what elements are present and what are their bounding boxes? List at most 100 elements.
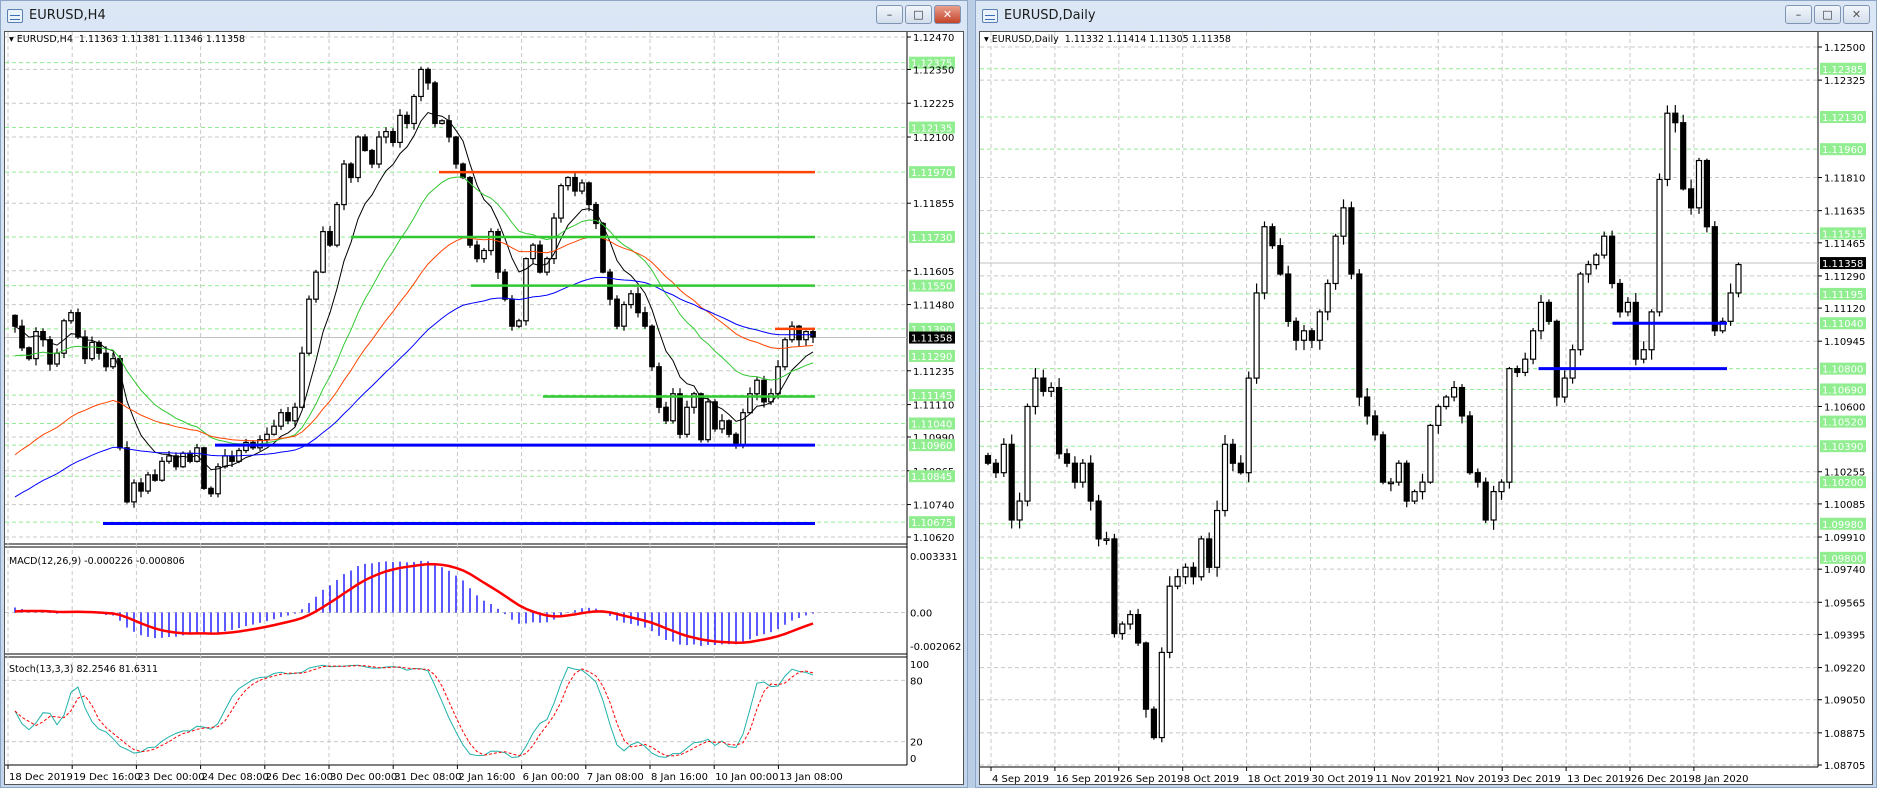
bull-candle [383,130,389,138]
bull-candle [1451,386,1458,398]
bear-candle [642,312,648,327]
bull-candle [1601,235,1608,256]
bull-candle [418,68,424,98]
price-axis-label: 1.08705 [1824,761,1865,772]
bull-candle [1048,386,1055,392]
maximize-button[interactable]: □ [1814,5,1841,24]
bull-candle [61,320,67,354]
bull-candle [1261,226,1268,294]
bear-candle [138,482,144,492]
bear-candle [1372,415,1379,436]
bear-candle [1087,462,1094,502]
price-axis-label: 1.10620 [913,533,954,544]
bear-candle [1135,613,1142,644]
bull-candle [1198,538,1205,578]
chart-window-icon [7,8,23,23]
level-price-label: 1.11960 [1822,145,1863,156]
x-tick-label: 4 Sep 2019 [992,774,1049,785]
bull-candle [278,412,284,427]
daily-chart-area[interactable]: 4 Sep 2019 16 Sep 2019 26 Sep 2019 8 Oct 20… [979,31,1873,785]
symbol-info: ▾ EURUSD,H4 1.11363 1.11381 1.11346 1.11… [9,34,246,45]
bull-candle [376,136,382,165]
bull-candle [299,352,305,408]
title-bar[interactable]: EURUSD,Daily – □ ✕ [976,1,1876,30]
bull-candle [621,303,627,327]
bull-candle [1079,462,1086,483]
level-price-label: 1.10800 [1822,365,1863,376]
bear-candle [1269,226,1276,247]
price-axis-label: 1.09050 [1824,696,1865,707]
bear-candle [649,325,655,368]
bear-candle [432,82,438,125]
bull-candle [1119,623,1126,635]
bear-candle [509,298,515,327]
level-price-label: 1.11290 [911,352,952,363]
level-price-label: 1.10675 [911,518,952,529]
stoch-label: Stoch(13,3,3) 82.2546 81.6311 [9,664,159,675]
bear-candle [1553,320,1560,398]
bull-candle [1735,263,1742,294]
bear-candle [1095,500,1102,540]
x-tick-label: 8 Oct 2019 [1184,774,1239,785]
x-tick-label: 2 Jan 16:00 [458,772,515,783]
level-price-label: 1.11195 [1822,290,1863,301]
bull-candle [320,230,326,273]
bear-candle [103,352,109,368]
minimize-button[interactable]: – [1785,5,1812,24]
bull-candle [166,455,172,462]
bear-candle [1379,434,1387,483]
bull-candle [1664,112,1671,181]
level-price-label: 1.09800 [1822,554,1863,565]
bull-candle [1498,481,1505,493]
bull-candle [1340,207,1347,237]
stoch-axis-label: 0 [910,754,916,765]
bull-candle [306,298,312,354]
x-tick-label: 19 Dec 16:00 [73,772,140,783]
bull-candle [558,185,564,219]
bull-candle [1727,292,1734,322]
daily-chart-canvas[interactable]: 4 Sep 2019 16 Sep 2019 26 Sep 2019 8 Oct 20… [980,32,1874,788]
daily-chart-window[interactable]: EURUSD,Daily – □ ✕ 4 Sep 2019 16 Sep 2019… [975,0,1877,788]
maximize-button[interactable]: □ [905,5,932,24]
window-title: EURUSD,H4 [29,8,106,23]
level-price-label: 1.10960 [911,441,952,452]
level-price-label: 1.11970 [911,168,952,179]
bull-candle [803,330,809,341]
title-bar[interactable]: EURUSD,H4 – □ ✕ [1,1,967,30]
bull-candle [670,393,676,422]
bear-candle [1150,708,1157,739]
h4-chart-window[interactable]: EURUSD,H4 – □ ✕ 18 Dec 2019 19 Dec 16:00 2… [0,0,968,788]
bear-candle [152,474,158,481]
close-button[interactable]: ✕ [934,5,961,24]
bear-candle [586,182,592,206]
bull-candle [341,163,347,206]
bull-candle [1316,311,1323,341]
price-axis-label: 1.10085 [1824,500,1865,511]
ohlc-readout: EURUSD,H4 1.11363 1.11381 1.11346 1.1135… [16,34,246,45]
bull-candle [1585,263,1592,275]
price-axis-label: 1.11855 [913,199,954,210]
bear-candle [663,406,669,422]
bull-candle [1593,254,1600,266]
stoch-signal-line [14,665,814,757]
bear-candle [124,447,130,503]
bear-candle [1672,112,1679,124]
h4-chart-area[interactable]: 18 Dec 2019 19 Dec 16:00 23 Dec 00:00 24 De… [4,31,964,785]
window-title: EURUSD,Daily [1004,8,1096,23]
close-button[interactable]: ✕ [1843,5,1870,24]
bear-candle [984,455,992,464]
x-tick-label: 16 Sep 2019 [1056,774,1119,785]
bull-candle [782,339,788,368]
bull-candle [1174,576,1181,587]
bull-candle [1695,159,1703,209]
price-axis-label: 1.11235 [913,367,954,378]
bear-candle [208,487,214,495]
price-axis-label: 1.09220 [1824,664,1865,675]
minimize-button[interactable]: – [876,5,903,24]
bear-candle [425,68,431,84]
x-tick-label: 13 Jan 08:00 [779,772,842,783]
bull-candle [1656,178,1663,313]
bull-candle [89,341,95,360]
level-price-label: 1.09980 [1822,520,1863,531]
price-axis-label: 1.11605 [913,267,954,278]
